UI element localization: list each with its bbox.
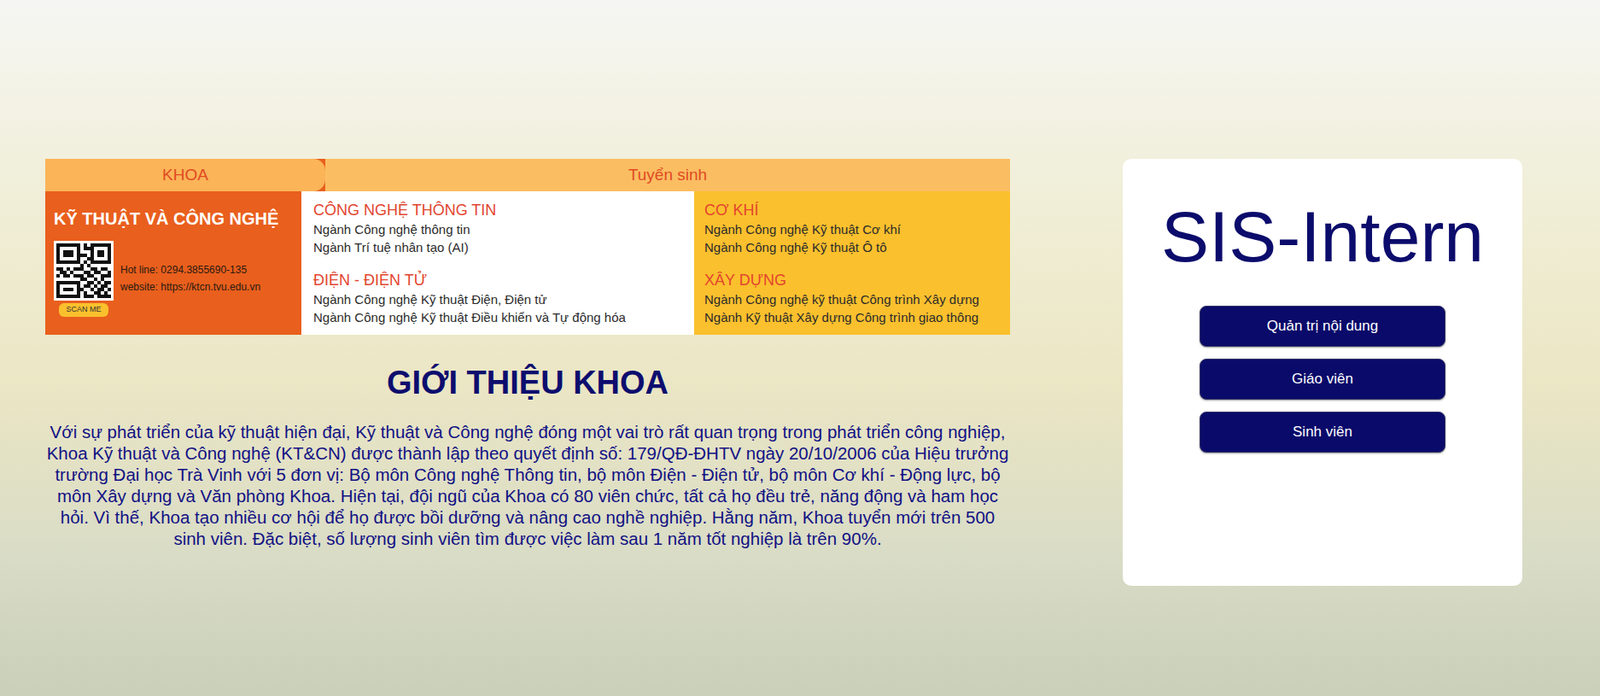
admission-banner: KHOA Tuyển sinh KỸ THUẬT VÀ CÔNG NGHỆ SCAN … [45,158,1011,335]
major-item: Ngành Công nghệ Kỹ thuật Điều khiển và T… [313,308,683,327]
program-title: ĐIỆN - ĐIỆN TỬ [313,269,683,291]
contact-info: Hot line: 0294.3855690-135website: https… [120,262,261,295]
page: KHOA Tuyển sinh KỸ THUẬT VÀ CÔNG NGHỆ SCAN … [0,0,1600,586]
intro-title: GIỚI THIỆU KHOA [45,362,1011,403]
faculty-tab-label: KHOA [162,163,209,188]
admission-header-label: Tuyển sinh [628,163,707,188]
contact-row: SCAN ME Hot line: 0294.3855690-135website… [53,240,293,317]
faculty-tab: KHOA [45,158,326,192]
faculty-name: KỸ THUẬT VÀ CÔNG NGHỆ [53,208,293,229]
program-column: CƠ KHÍNgành Công nghệ Kỹ thuật Cơ khíNgà… [694,191,1011,335]
major-item: Ngành Kỹ thuật Xây dựng Công trình giao … [704,308,1000,327]
program-group: XÂY DỰNGNgành Công nghệ kỹ thuật Công tr… [704,269,1000,327]
intro-text: Với sự phát triển của kỹ thuật hiện đại,… [45,420,1011,549]
login-card: SIS-Intern Quản trị nội dung Giáo viên Sinh… [1122,158,1523,586]
app-title: SIS-Intern [1161,189,1484,284]
background-photo: KHOA Tuyển sinh KỸ THUẬT VÀ CÔNG NGHỆ SCAN … [0,0,1600,696]
website: website: https://ktcn.tvu.edu.vn [120,279,261,295]
program-title: XÂY DỰNG [704,269,1000,291]
role-button[interactable]: Giáo viên [1199,358,1446,400]
major-item: Ngành Công nghệ Kỹ thuật Điện, Điện tử [313,290,683,309]
banner-body: KỸ THUẬT VÀ CÔNG NGHỆ SCAN ME Hot line: 02… [45,191,1011,335]
left-column: KHOA Tuyển sinh KỸ THUẬT VÀ CÔNG NGHỆ SCAN … [45,158,1011,586]
scan-me-badge: SCAN ME [58,303,108,317]
role-button[interactable]: Sinh viên [1199,411,1446,453]
admission-header: Tuyển sinh [325,158,1011,192]
hotline: Hot line: 0294.3855690-135 [120,262,261,278]
role-button[interactable]: Quản trị nội dung [1199,305,1446,347]
qr-code-icon[interactable] [53,240,114,301]
program-group: ĐIỆN - ĐIỆN TỬNgành Công nghệ Kỹ thuật Đ… [313,269,683,327]
qr-block: SCAN ME [53,240,114,317]
major-item: Ngành Công nghệ thông tin [313,220,683,239]
program-group: CƠ KHÍNgành Công nghệ Kỹ thuật Cơ khíNgà… [704,199,1000,257]
banner-header: KHOA Tuyển sinh [45,158,1011,192]
role-buttons: Quản trị nội dung Giáo viên Sinh viên [1199,305,1446,453]
major-item: Ngành Công nghệ Kỹ thuật Ô tô [704,238,1000,257]
program-column: CÔNG NGHỆ THÔNG TINNgành Công nghệ thông… [301,191,695,335]
program-title: CƠ KHÍ [704,199,1000,221]
program-title: CÔNG NGHỆ THÔNG TIN [313,199,683,221]
major-item: Ngành Công nghệ kỹ thuật Công trình Xây … [704,290,1000,309]
major-item: Ngành Trí tuệ nhân tạo (AI) [313,238,683,257]
faculty-panel: KỸ THUẬT VÀ CÔNG NGHỆ SCAN ME Hot line: 02… [45,191,302,335]
program-group: CÔNG NGHỆ THÔNG TINNgành Công nghệ thông… [313,199,683,257]
major-item: Ngành Công nghệ Kỹ thuật Cơ khí [704,220,1000,239]
